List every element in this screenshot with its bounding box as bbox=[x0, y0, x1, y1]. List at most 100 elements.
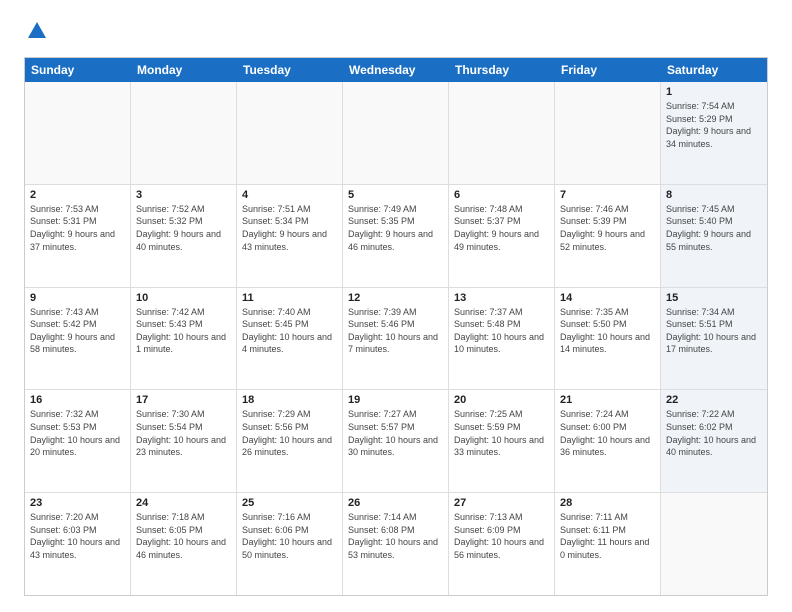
day-info: Sunrise: 7:13 AM Sunset: 6:09 PM Dayligh… bbox=[454, 511, 549, 561]
day-number: 14 bbox=[560, 292, 655, 304]
calendar-cell: 10 Sunrise: 7:42 AM Sunset: 5:43 PM Dayli… bbox=[131, 288, 237, 390]
day-info: Sunrise: 7:45 AM Sunset: 5:40 PM Dayligh… bbox=[666, 203, 762, 253]
day-info: Sunrise: 7:51 AM Sunset: 5:34 PM Dayligh… bbox=[242, 203, 337, 253]
day-number: 7 bbox=[560, 189, 655, 201]
day-info: Sunrise: 7:32 AM Sunset: 5:53 PM Dayligh… bbox=[30, 408, 125, 458]
day-number: 20 bbox=[454, 394, 549, 406]
calendar-cell: 24 Sunrise: 7:18 AM Sunset: 6:05 PM Dayli… bbox=[131, 493, 237, 595]
day-info: Sunrise: 7:34 AM Sunset: 5:51 PM Dayligh… bbox=[666, 306, 762, 356]
col-header-wednesday: Wednesday bbox=[343, 58, 449, 82]
calendar-cell: 21 Sunrise: 7:24 AM Sunset: 6:00 PM Dayli… bbox=[555, 390, 661, 492]
day-number: 19 bbox=[348, 394, 443, 406]
calendar-row-4: 23 Sunrise: 7:20 AM Sunset: 6:03 PM Dayli… bbox=[25, 493, 767, 595]
day-number: 27 bbox=[454, 497, 549, 509]
calendar-row-0: 1Sunrise: 7:54 AM Sunset: 5:29 PM Daylig… bbox=[25, 82, 767, 185]
day-number: 11 bbox=[242, 292, 337, 304]
calendar-cell: 6 Sunrise: 7:48 AM Sunset: 5:37 PM Daylig… bbox=[449, 185, 555, 287]
calendar-cell: 7 Sunrise: 7:46 AM Sunset: 5:39 PM Daylig… bbox=[555, 185, 661, 287]
day-info: Sunrise: 7:20 AM Sunset: 6:03 PM Dayligh… bbox=[30, 511, 125, 561]
day-number: 9 bbox=[30, 292, 125, 304]
logo bbox=[24, 20, 48, 47]
day-info: Sunrise: 7:24 AM Sunset: 6:00 PM Dayligh… bbox=[560, 408, 655, 458]
col-header-monday: Monday bbox=[131, 58, 237, 82]
calendar-cell bbox=[555, 82, 661, 184]
calendar-cell: 13 Sunrise: 7:37 AM Sunset: 5:48 PM Dayli… bbox=[449, 288, 555, 390]
calendar-cell: 8 Sunrise: 7:45 AM Sunset: 5:40 PM Daylig… bbox=[661, 185, 767, 287]
calendar-cell: 20 Sunrise: 7:25 AM Sunset: 5:59 PM Dayli… bbox=[449, 390, 555, 492]
col-header-tuesday: Tuesday bbox=[237, 58, 343, 82]
day-info: Sunrise: 7:35 AM Sunset: 5:50 PM Dayligh… bbox=[560, 306, 655, 356]
calendar-cell: 22 Sunrise: 7:22 AM Sunset: 6:02 PM Dayli… bbox=[661, 390, 767, 492]
day-number: 26 bbox=[348, 497, 443, 509]
calendar-cell bbox=[237, 82, 343, 184]
day-number: 10 bbox=[136, 292, 231, 304]
day-number: 18 bbox=[242, 394, 337, 406]
col-header-friday: Friday bbox=[555, 58, 661, 82]
day-info: Sunrise: 7:52 AM Sunset: 5:32 PM Dayligh… bbox=[136, 203, 231, 253]
calendar-row-3: 16 Sunrise: 7:32 AM Sunset: 5:53 PM Dayli… bbox=[25, 390, 767, 493]
calendar-cell: 26 Sunrise: 7:14 AM Sunset: 6:08 PM Dayli… bbox=[343, 493, 449, 595]
day-number: 1 bbox=[666, 86, 762, 98]
calendar-cell bbox=[449, 82, 555, 184]
col-header-thursday: Thursday bbox=[449, 58, 555, 82]
day-number: 16 bbox=[30, 394, 125, 406]
day-info: Sunrise: 7:27 AM Sunset: 5:57 PM Dayligh… bbox=[348, 408, 443, 458]
day-info: Sunrise: 7:43 AM Sunset: 5:42 PM Dayligh… bbox=[30, 306, 125, 356]
day-info: Sunrise: 7:18 AM Sunset: 6:05 PM Dayligh… bbox=[136, 511, 231, 561]
day-number: 6 bbox=[454, 189, 549, 201]
day-number: 22 bbox=[666, 394, 762, 406]
day-info: Sunrise: 7:53 AM Sunset: 5:31 PM Dayligh… bbox=[30, 203, 125, 253]
day-number: 3 bbox=[136, 189, 231, 201]
day-number: 8 bbox=[666, 189, 762, 201]
day-number: 21 bbox=[560, 394, 655, 406]
calendar-cell: 4 Sunrise: 7:51 AM Sunset: 5:34 PM Daylig… bbox=[237, 185, 343, 287]
col-header-sunday: Sunday bbox=[25, 58, 131, 82]
page: SundayMondayTuesdayWednesdayThursdayFrid… bbox=[0, 0, 792, 612]
calendar-cell bbox=[343, 82, 449, 184]
calendar-cell: 2 Sunrise: 7:53 AM Sunset: 5:31 PM Daylig… bbox=[25, 185, 131, 287]
day-info: Sunrise: 7:48 AM Sunset: 5:37 PM Dayligh… bbox=[454, 203, 549, 253]
calendar-cell: 1Sunrise: 7:54 AM Sunset: 5:29 PM Daylig… bbox=[661, 82, 767, 184]
day-number: 13 bbox=[454, 292, 549, 304]
calendar-cell bbox=[661, 493, 767, 595]
day-number: 4 bbox=[242, 189, 337, 201]
calendar-cell: 11 Sunrise: 7:40 AM Sunset: 5:45 PM Dayli… bbox=[237, 288, 343, 390]
header bbox=[24, 20, 768, 47]
calendar-cell: 15 Sunrise: 7:34 AM Sunset: 5:51 PM Dayli… bbox=[661, 288, 767, 390]
calendar: SundayMondayTuesdayWednesdayThursdayFrid… bbox=[24, 57, 768, 596]
day-number: 24 bbox=[136, 497, 231, 509]
day-info: Sunrise: 7:49 AM Sunset: 5:35 PM Dayligh… bbox=[348, 203, 443, 253]
calendar-cell: 23 Sunrise: 7:20 AM Sunset: 6:03 PM Dayli… bbox=[25, 493, 131, 595]
calendar-header: SundayMondayTuesdayWednesdayThursdayFrid… bbox=[25, 58, 767, 82]
calendar-cell: 18Sunrise: 7:29 AM Sunset: 5:56 PM Dayli… bbox=[237, 390, 343, 492]
day-info: Sunrise: 7:40 AM Sunset: 5:45 PM Dayligh… bbox=[242, 306, 337, 356]
day-number: 12 bbox=[348, 292, 443, 304]
day-info: Sunrise: 7:16 AM Sunset: 6:06 PM Dayligh… bbox=[242, 511, 337, 561]
day-info: Sunrise: 7:30 AM Sunset: 5:54 PM Dayligh… bbox=[136, 408, 231, 458]
calendar-cell: 14 Sunrise: 7:35 AM Sunset: 5:50 PM Dayli… bbox=[555, 288, 661, 390]
day-number: 28 bbox=[560, 497, 655, 509]
day-info: Sunrise: 7:14 AM Sunset: 6:08 PM Dayligh… bbox=[348, 511, 443, 561]
day-info: Sunrise: 7:37 AM Sunset: 5:48 PM Dayligh… bbox=[454, 306, 549, 356]
calendar-cell: 16 Sunrise: 7:32 AM Sunset: 5:53 PM Dayli… bbox=[25, 390, 131, 492]
day-info: Sunrise: 7:39 AM Sunset: 5:46 PM Dayligh… bbox=[348, 306, 443, 356]
day-info: Sunrise: 7:42 AM Sunset: 5:43 PM Dayligh… bbox=[136, 306, 231, 356]
calendar-cell: 19 Sunrise: 7:27 AM Sunset: 5:57 PM Dayli… bbox=[343, 390, 449, 492]
day-info: Sunrise: 7:46 AM Sunset: 5:39 PM Dayligh… bbox=[560, 203, 655, 253]
day-number: 25 bbox=[242, 497, 337, 509]
day-number: 23 bbox=[30, 497, 125, 509]
day-number: 17 bbox=[136, 394, 231, 406]
calendar-cell: 25 Sunrise: 7:16 AM Sunset: 6:06 PM Dayli… bbox=[237, 493, 343, 595]
calendar-cell bbox=[131, 82, 237, 184]
calendar-row-2: 9 Sunrise: 7:43 AM Sunset: 5:42 PM Daylig… bbox=[25, 288, 767, 391]
calendar-cell bbox=[25, 82, 131, 184]
day-number: 15 bbox=[666, 292, 762, 304]
calendar-cell: 12 Sunrise: 7:39 AM Sunset: 5:46 PM Dayli… bbox=[343, 288, 449, 390]
day-number: 5 bbox=[348, 189, 443, 201]
calendar-cell: 9 Sunrise: 7:43 AM Sunset: 5:42 PM Daylig… bbox=[25, 288, 131, 390]
calendar-cell: 5 Sunrise: 7:49 AM Sunset: 5:35 PM Daylig… bbox=[343, 185, 449, 287]
day-info: Sunrise: 7:11 AM Sunset: 6:11 PM Dayligh… bbox=[560, 511, 655, 561]
day-info: Sunrise: 7:25 AM Sunset: 5:59 PM Dayligh… bbox=[454, 408, 549, 458]
day-number: 2 bbox=[30, 189, 125, 201]
day-info: Sunrise: 7:22 AM Sunset: 6:02 PM Dayligh… bbox=[666, 408, 762, 458]
